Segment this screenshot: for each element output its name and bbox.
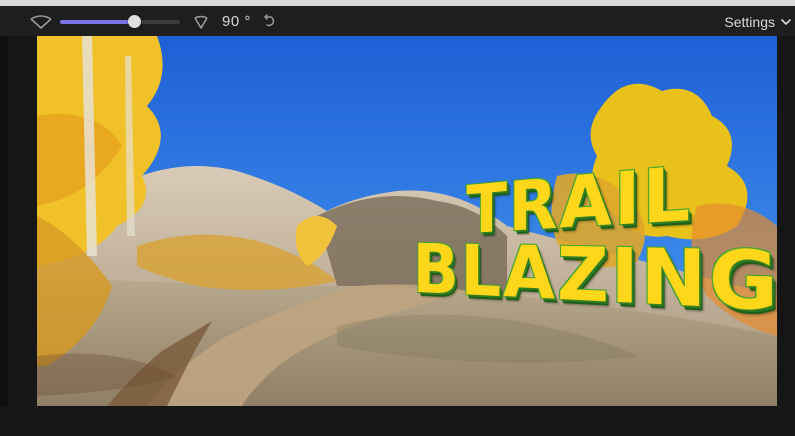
settings-label: Settings xyxy=(724,14,775,30)
scene-image xyxy=(37,36,777,406)
reset-angle-icon[interactable] xyxy=(261,14,277,30)
slider-thumb[interactable] xyxy=(128,15,142,28)
chevron-down-icon xyxy=(781,18,791,26)
slider-fill xyxy=(60,20,135,24)
video-viewer[interactable]: TRAIL BLAZING xyxy=(37,36,777,406)
angle-readout: 90 ° xyxy=(222,13,251,30)
viewer-toolbar: 90 ° Settings xyxy=(0,6,795,36)
field-of-view-slider[interactable] xyxy=(60,15,180,28)
left-edge-bar xyxy=(0,6,8,436)
bottom-bar xyxy=(0,406,795,436)
narrow-field-of-view-icon[interactable] xyxy=(190,13,212,31)
settings-menu-button[interactable]: Settings xyxy=(724,13,791,31)
wide-field-of-view-icon[interactable] xyxy=(28,13,54,31)
